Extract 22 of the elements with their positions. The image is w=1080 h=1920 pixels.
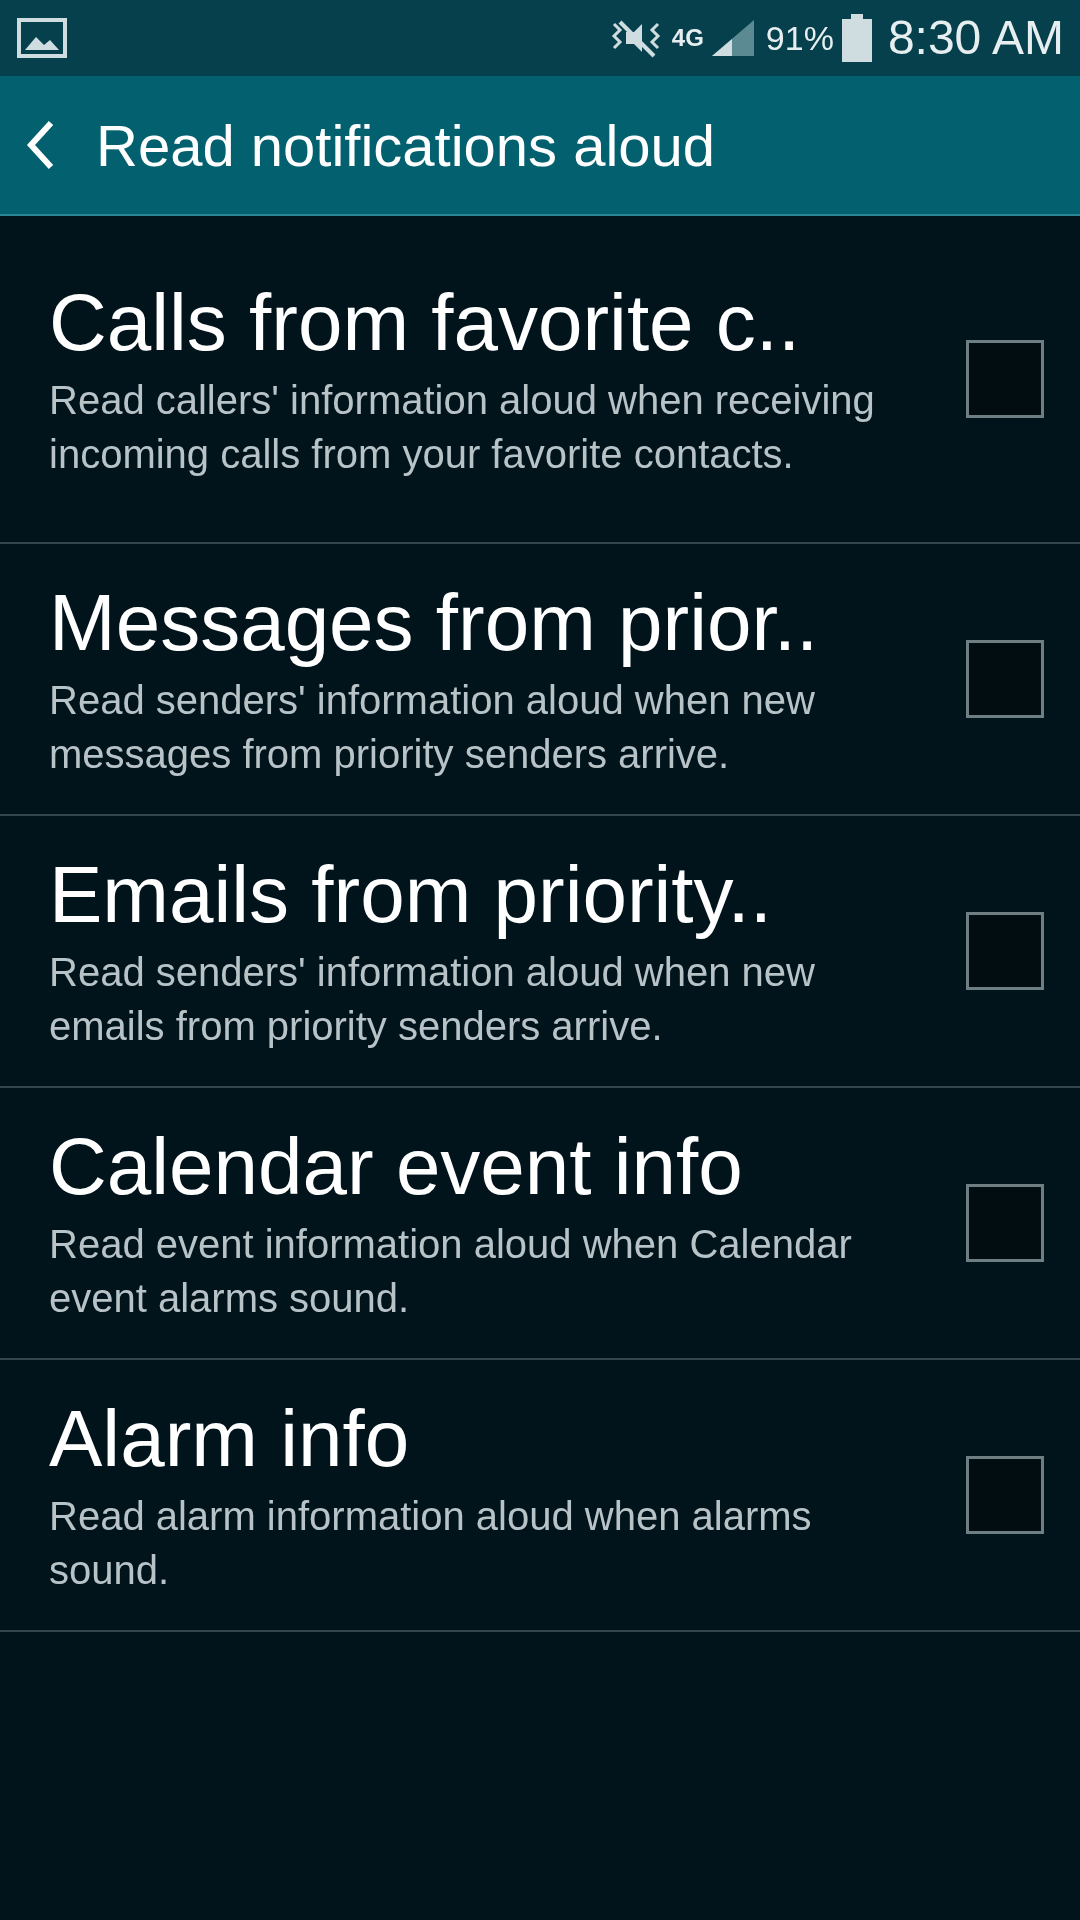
battery-percent: 91%	[765, 17, 834, 59]
checkbox[interactable]	[966, 1456, 1044, 1534]
checkbox[interactable]	[966, 340, 1044, 418]
setting-title: Alarm info	[49, 1393, 411, 1485]
checkbox[interactable]	[966, 640, 1044, 718]
setting-description: Read event information aloud when Calendar event alarms sound.	[49, 1221, 853, 1322]
setting-description: Read senders' information aloud when new messages from priority senders arrive.	[49, 677, 816, 778]
clock: 8:30 AM	[887, 10, 1064, 66]
setting-title: Calendar event info	[49, 1121, 744, 1213]
setting-title: Messages from prior..	[49, 577, 820, 669]
setting-title: Calls from favorite c..	[49, 277, 802, 369]
setting-title: Emails from priority..	[49, 849, 774, 941]
image-icon	[16, 17, 68, 59]
screen-title: Read notifications aloud	[96, 111, 716, 180]
battery-icon	[841, 14, 872, 62]
setting-description: Read callers' information aloud when receiving incoming calls from your favorite contacts.	[49, 377, 876, 478]
setting-description: Read alarm information aloud when alarms sound.	[49, 1493, 813, 1594]
setting-description: Read senders' information aloud when new emails from priority senders arrive.	[49, 949, 816, 1050]
back-icon	[25, 119, 55, 171]
network-type: 4G	[671, 23, 704, 53]
checkbox[interactable]	[966, 1184, 1044, 1262]
checkbox[interactable]	[966, 912, 1044, 990]
